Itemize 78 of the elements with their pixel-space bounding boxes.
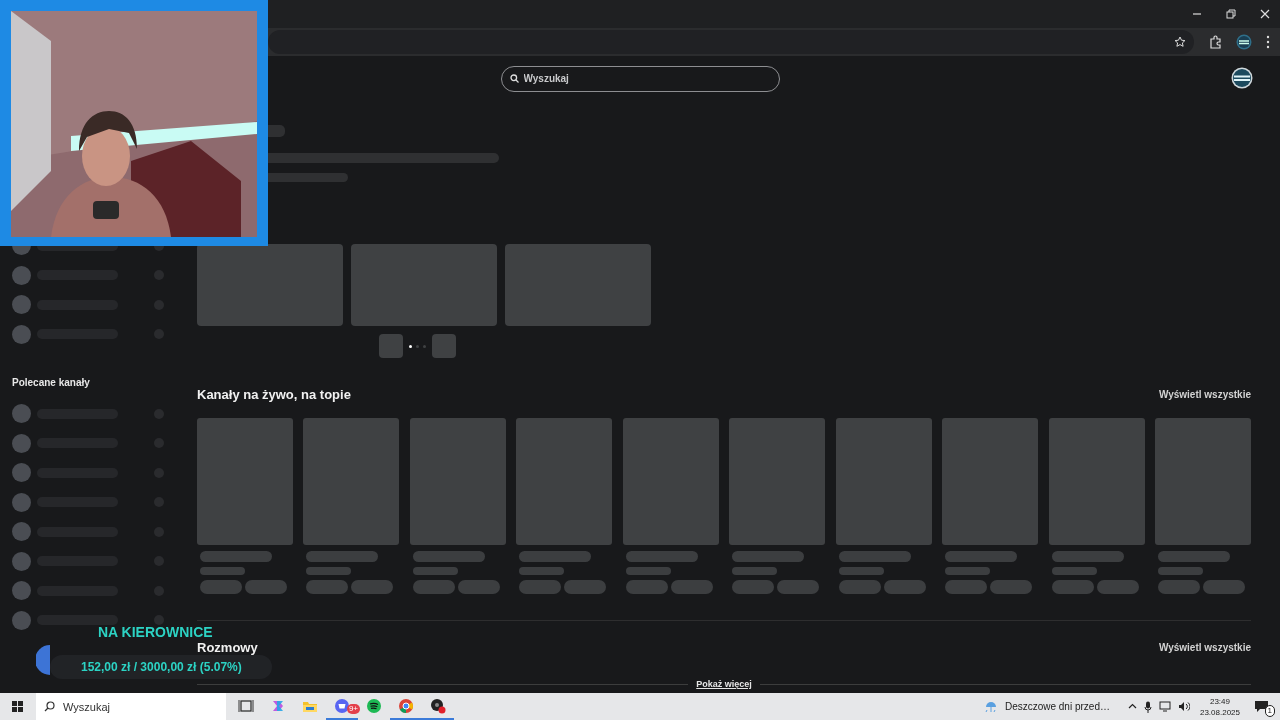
tag-placeholder [838, 579, 881, 594]
goal-title: NA KIEROWNICE [98, 624, 213, 640]
tag-placeholder [945, 579, 988, 594]
avatar-icon[interactable] [1231, 67, 1253, 89]
star-icon[interactable] [1174, 36, 1186, 48]
avatar-placeholder [12, 610, 31, 630]
avatar-placeholder [12, 433, 31, 453]
skeleton-bar [200, 566, 245, 575]
search-field[interactable]: Wyszukaj [500, 65, 780, 92]
avatar-placeholder [12, 324, 31, 344]
tag-placeholder [1203, 579, 1246, 594]
recorder-icon [430, 697, 446, 714]
restore-icon[interactable] [1226, 9, 1236, 19]
more-icon[interactable] [1266, 35, 1270, 49]
tag-placeholder [412, 579, 455, 594]
weather-text[interactable]: Deszczowe dni przed… [1004, 699, 1110, 714]
chevron-up-icon[interactable] [1127, 702, 1137, 711]
skeleton-bar [1158, 566, 1204, 575]
carousel-dot[interactable] [416, 344, 419, 348]
avatar-placeholder [12, 295, 31, 315]
profile-icon[interactable] [1236, 34, 1252, 50]
notification-icon[interactable] [1254, 698, 1270, 715]
goal-amount: 152,00 zł / 3000,00 zł (5.07%) [50, 655, 272, 679]
avatar-placeholder [12, 581, 31, 601]
avatar-placeholder [12, 404, 31, 424]
notification-count: 1 [1264, 704, 1275, 717]
tag-placeholder [519, 579, 562, 594]
skeleton-bar [945, 566, 991, 575]
music-app-icon [366, 697, 382, 714]
notification-badge: 9+ [346, 704, 360, 714]
tag-placeholder [1096, 579, 1139, 594]
task-view-icon [238, 697, 254, 714]
view-all-link[interactable]: Wyświetl wszystkie [1158, 387, 1251, 403]
tag-placeholder [777, 579, 820, 594]
tag-placeholder [625, 579, 668, 594]
skeleton-bar [625, 566, 671, 575]
view-all-link[interactable]: Wyświetl wszystkie [1158, 640, 1251, 654]
tag-placeholder [306, 579, 349, 594]
avatar-placeholder [12, 492, 31, 512]
taskbar-search-field[interactable]: Wyszukaj [36, 693, 226, 720]
tag-placeholder [351, 579, 394, 594]
tag-placeholder [564, 579, 607, 594]
tag-placeholder [1158, 579, 1201, 594]
browser-icon [398, 697, 414, 714]
tag-placeholder [670, 579, 713, 594]
tag-placeholder [245, 579, 287, 594]
tag-placeholder [883, 579, 926, 594]
taskbar-app-button[interactable]: 9+ [326, 693, 358, 720]
section-heading: Kanały na żywo, na topie [197, 386, 351, 404]
network-icon[interactable] [1158, 701, 1171, 712]
microphone-icon[interactable] [1143, 700, 1152, 713]
avatar-placeholder [12, 551, 31, 571]
close-icon[interactable] [1260, 9, 1270, 19]
section-heading: Rozmowy [197, 640, 258, 654]
tag-placeholder [200, 579, 242, 594]
volume-icon[interactable] [1177, 701, 1190, 712]
puzzle-icon[interactable] [1208, 35, 1222, 49]
carousel-dot[interactable] [423, 344, 426, 348]
tag-placeholder [1051, 579, 1094, 594]
skeleton-bar [1051, 566, 1097, 575]
carousel-dot[interactable] [409, 344, 412, 348]
section-heading: Polecane kanały [12, 376, 91, 390]
show-more-link[interactable]: Pokaż więcej [696, 677, 752, 691]
skeleton-bar [412, 566, 458, 575]
skeleton-bar [519, 566, 565, 575]
chat-app-icon [334, 697, 350, 714]
skeleton-bar [838, 566, 884, 575]
skeleton-bar [732, 566, 778, 575]
clock-text[interactable]: 23:49 23.08.2025 [1199, 695, 1240, 718]
tag-placeholder [990, 579, 1033, 594]
avatar-placeholder [12, 522, 31, 542]
tag-placeholder [457, 579, 500, 594]
avatar-placeholder [12, 265, 31, 285]
tag-placeholder [732, 579, 775, 594]
skeleton-bar [200, 550, 272, 562]
skeleton-bar [306, 566, 352, 575]
avatar-placeholder [12, 463, 31, 483]
goal-icon [36, 645, 50, 675]
